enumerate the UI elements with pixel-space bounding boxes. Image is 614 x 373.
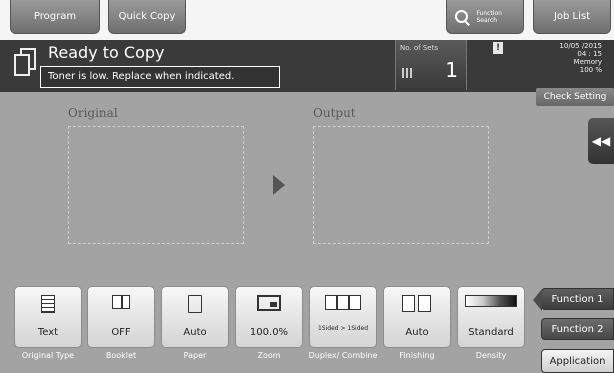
- program-button[interactable]: Program: [10, 0, 100, 34]
- sets-value: 1: [445, 58, 458, 82]
- zoom-button[interactable]: 100.0%: [235, 286, 303, 348]
- top-bar: Program Quick Copy Function Search Job L…: [0, 0, 614, 40]
- paper-caption: Paper: [183, 351, 207, 360]
- zoom-value: 100.0%: [249, 327, 289, 338]
- application-button[interactable]: Application: [541, 349, 614, 373]
- finishing-value: Auto: [405, 327, 429, 338]
- date-memory-info: 10/05 /2015 04 : 15 Memory 100 %: [559, 42, 602, 74]
- duplex-combine-caption: Duplex/ Combine: [308, 351, 378, 360]
- paper-value: Auto: [183, 327, 207, 338]
- collapse-panel-button[interactable]: ◀◀: [588, 118, 614, 164]
- text-document-icon: [41, 295, 55, 313]
- quick-copy-button[interactable]: Quick Copy: [108, 0, 186, 34]
- duplex-combine-button[interactable]: 1Sided > 1Sided: [309, 286, 377, 348]
- memory-label: Memory: [573, 58, 602, 66]
- copy-icon: [14, 48, 36, 76]
- density-button[interactable]: Standard: [457, 286, 525, 348]
- date: 10/05 /2015: [559, 42, 602, 50]
- search-icon: [453, 8, 470, 26]
- original-type-button[interactable]: Text: [14, 286, 82, 348]
- booklet-caption: Booklet: [105, 351, 137, 360]
- check-setting-button[interactable]: Check Setting: [536, 88, 614, 106]
- original-label: Original: [68, 106, 118, 120]
- paper-icon: [188, 295, 202, 313]
- original-type-caption: Original Type: [21, 351, 75, 360]
- finishing-icon: [400, 295, 434, 313]
- status-title: Ready to Copy: [48, 43, 165, 62]
- density-caption: Density: [475, 351, 507, 360]
- double-chevron-left-icon: ◀◀: [591, 134, 611, 148]
- density-value: Standard: [468, 327, 514, 338]
- toner-message: Toner is low. Replace when indicated.: [40, 66, 280, 88]
- function-search-label: Function Search: [476, 9, 502, 24]
- finishing-button[interactable]: Auto: [383, 286, 451, 348]
- keypad-icon: [402, 68, 412, 78]
- memory-value: 100 %: [579, 66, 602, 74]
- function-1-button[interactable]: Function 1: [533, 288, 614, 311]
- function-search-button[interactable]: Function Search: [446, 0, 524, 34]
- number-of-sets-button[interactable]: No. of Sets 1: [395, 40, 467, 90]
- job-list-button[interactable]: Job List: [533, 0, 611, 34]
- function-2-button[interactable]: Function 2: [541, 318, 614, 340]
- zoom-caption: Zoom: [257, 351, 281, 360]
- alert-icon[interactable]: !: [493, 42, 503, 54]
- output-label: Output: [313, 106, 356, 120]
- booklet-value: OFF: [111, 327, 131, 338]
- zoom-icon: [257, 295, 281, 311]
- original-type-value: Text: [37, 327, 59, 338]
- sets-label: No. of Sets: [400, 44, 438, 52]
- duplex-value: 1Sided > 1Sided: [317, 325, 369, 332]
- finishing-caption: Finishing: [399, 351, 435, 360]
- arrow-right-icon: [273, 175, 285, 195]
- density-icon: [465, 295, 517, 307]
- duplex-icon: [323, 295, 363, 311]
- booklet-button[interactable]: OFF: [87, 286, 155, 348]
- output-preview: [313, 126, 489, 244]
- paper-button[interactable]: Auto: [161, 286, 229, 348]
- booklet-icon: [112, 295, 130, 309]
- original-preview: [68, 126, 244, 244]
- time: 04 : 15: [577, 50, 602, 58]
